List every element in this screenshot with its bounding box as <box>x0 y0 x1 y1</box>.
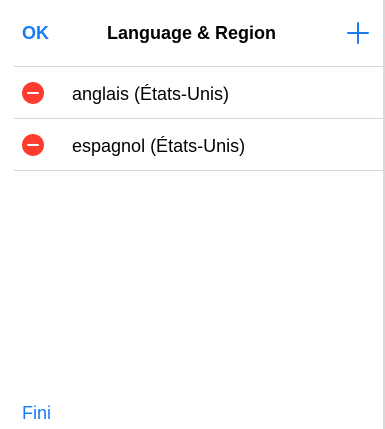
minus-circle-icon[interactable] <box>22 82 44 104</box>
list-item-language-spanish: espagnol (États-Unis) <box>0 119 383 171</box>
ok-button[interactable]: OK <box>22 22 49 44</box>
language-region-panel: OK Language & Region anglais (États-Unis… <box>0 0 385 429</box>
divider <box>14 170 383 171</box>
page-title: Language & Region <box>106 23 276 43</box>
list-item-language-english: anglais (États-Unis) <box>0 67 383 119</box>
language-label: anglais (États-Unis) <box>72 84 230 104</box>
minus-circle-icon[interactable] <box>22 134 44 156</box>
add-language-button[interactable] <box>346 21 370 45</box>
language-label: espagnol (États-Unis) <box>72 136 246 156</box>
plus-icon <box>347 22 369 44</box>
done-button[interactable]: Fini <box>22 402 51 424</box>
navigation-bar: OK Language & Region <box>0 0 383 66</box>
